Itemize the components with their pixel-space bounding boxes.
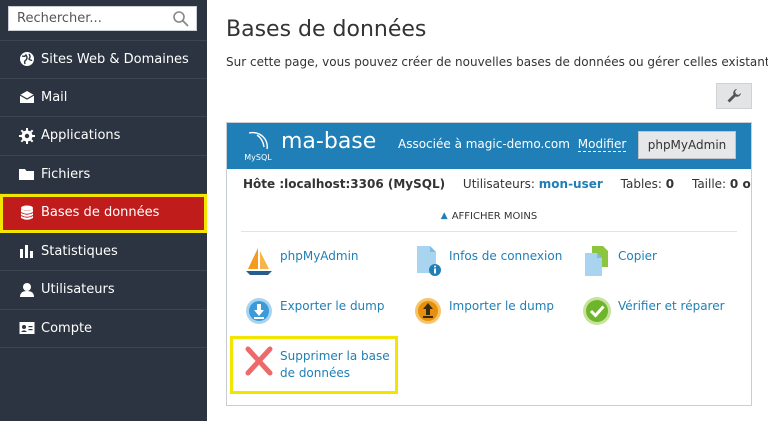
users-link[interactable]: mon-user — [539, 177, 603, 191]
action-label: phpMyAdmin — [280, 249, 359, 263]
sidebar-item-databases[interactable]: Bases de données — [0, 194, 207, 233]
sidebar-item-label: Statistiques — [41, 243, 118, 259]
sidebar-item-users[interactable]: Utilisateurs — [0, 271, 207, 310]
bar-chart-icon — [18, 242, 36, 260]
wrench-icon — [727, 89, 741, 103]
associated-domain-text: Associée à magic-demo.com — [398, 137, 570, 151]
divider — [241, 231, 737, 232]
show-less-toggle[interactable]: ▲ AFFICHER MOINS — [227, 202, 751, 230]
sidebar-item-label: Bases de données — [41, 205, 160, 221]
sidebar-nav: Sites Web & Domaines Mail Applications F… — [0, 40, 207, 348]
show-less-label: AFFICHER MOINS — [451, 210, 538, 222]
mysql-logo-icon: MySQL — [244, 131, 272, 162]
sidebar-item-label: Fichiers — [41, 166, 91, 182]
id-card-icon — [18, 319, 36, 337]
tables-label: Tables: — [620, 177, 662, 191]
sidebar-item-label: Utilisateurs — [41, 282, 115, 298]
sidebar-item-account[interactable]: Compte — [0, 310, 207, 348]
user-icon — [18, 281, 36, 299]
highlight-frame — [230, 336, 398, 394]
action-check-repair[interactable]: Vérifier et réparer — [582, 295, 725, 327]
host-info: Hôte :localhost:3306 (MySQL) — [243, 177, 446, 191]
database-info: Hôte :localhost:3306 (MySQL) Utilisateur… — [243, 177, 751, 191]
users-label: Utilisateurs: — [462, 177, 535, 191]
database-icon — [18, 204, 36, 222]
modify-link[interactable]: Modifier — [577, 137, 627, 152]
check-repair-icon — [583, 297, 611, 325]
associated-domain: Associée à magic-demo.com Modifier — [398, 137, 627, 152]
sidebar-item-applications[interactable]: Applications — [0, 117, 207, 156]
export-download-icon — [246, 298, 272, 324]
phpmyadmin-button[interactable]: phpMyAdmin — [638, 131, 736, 159]
sidebar-item-websites[interactable]: Sites Web & Domaines — [0, 40, 207, 79]
size-value: 0 o — [729, 177, 751, 191]
sidebar: Sites Web & Domaines Mail Applications F… — [0, 0, 207, 421]
action-label: Copier — [618, 249, 657, 263]
action-label: Exporter le dump — [280, 299, 385, 313]
copy-icon — [585, 246, 608, 276]
database-card-header: MySQL ma-base Associée à magic-demo.com … — [227, 123, 751, 169]
action-copy[interactable]: Copier — [582, 245, 657, 277]
sidebar-item-label: Compte — [41, 320, 93, 336]
action-import-dump[interactable]: Importer le dump — [413, 295, 554, 327]
sidebar-item-label: Applications — [41, 128, 121, 144]
action-label: Infos de connexion — [449, 249, 563, 263]
action-export-dump[interactable]: Exporter le dump — [244, 295, 384, 327]
sidebar-item-statistics[interactable]: Statistiques — [0, 233, 207, 271]
database-name: ma-base — [281, 129, 377, 154]
chevron-up-icon: ▲ — [440, 211, 448, 221]
sidebar-item-files[interactable]: Fichiers — [0, 156, 207, 194]
folder-icon — [18, 165, 36, 183]
globe-icon — [18, 50, 36, 68]
action-phpmyadmin[interactable]: phpMyAdmin — [244, 245, 359, 277]
search-box — [8, 6, 197, 31]
sidebar-item-label: Sites Web & Domaines — [41, 51, 189, 67]
sidebar-item-label: Mail — [41, 89, 68, 105]
action-label: Importer le dump — [449, 299, 555, 313]
search-input[interactable] — [9, 7, 169, 30]
mysql-logo-text: MySQL — [244, 153, 272, 162]
tools-button[interactable] — [716, 83, 752, 109]
connection-info-icon — [417, 246, 441, 276]
tables-value: 0 — [665, 177, 675, 191]
page-description: Sur cette page, vous pouvez créer de nou… — [226, 55, 768, 69]
sidebar-item-mail[interactable]: Mail — [0, 79, 207, 117]
size-label: Taille: — [691, 177, 727, 191]
envelope-icon — [18, 88, 36, 106]
import-upload-icon — [415, 298, 441, 324]
action-connection-info[interactable]: Infos de connexion — [413, 245, 562, 277]
action-label: Vérifier et réparer — [618, 299, 725, 313]
page-title: Bases de données — [226, 17, 427, 42]
search-icon[interactable] — [172, 10, 190, 28]
phpmyadmin-sailboat-icon — [246, 248, 272, 275]
gear-icon — [18, 127, 36, 145]
